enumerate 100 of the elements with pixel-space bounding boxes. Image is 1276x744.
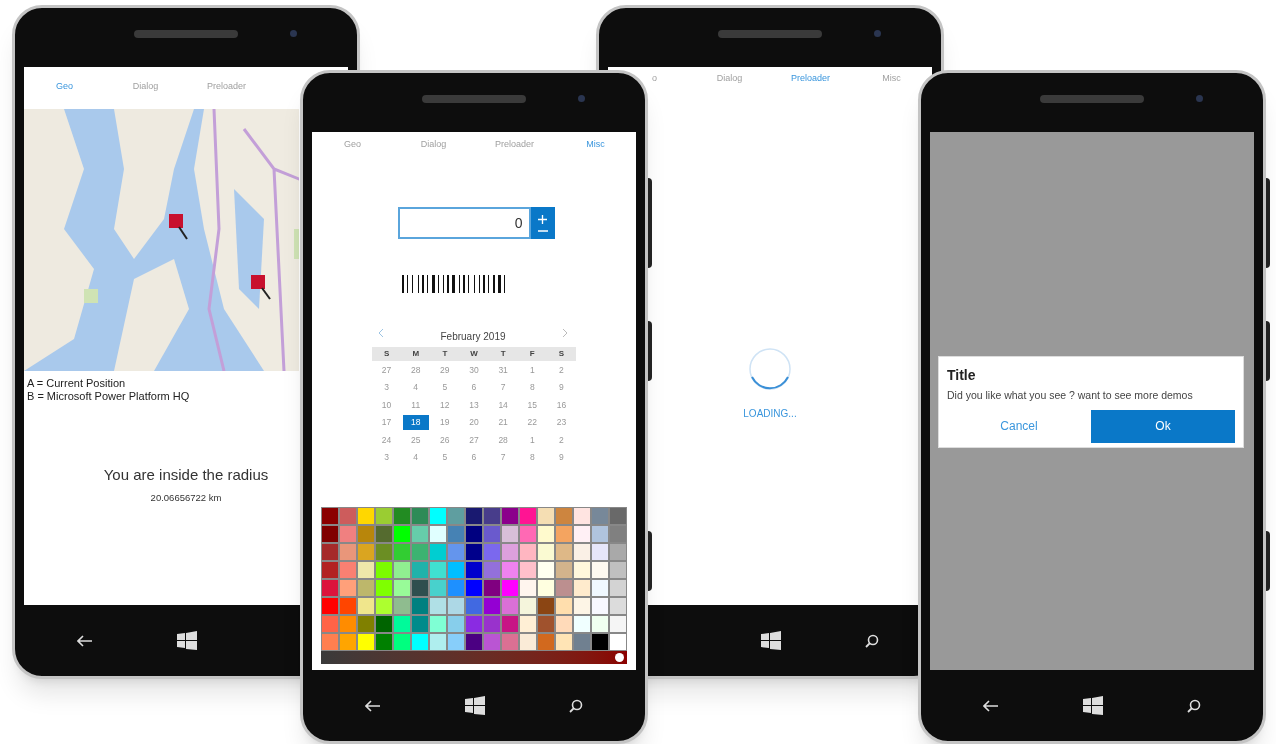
color-swatch[interactable] xyxy=(537,597,555,615)
color-swatch[interactable] xyxy=(411,525,429,543)
color-swatch[interactable] xyxy=(591,561,609,579)
calendar-day[interactable]: 6 xyxy=(461,450,487,465)
color-swatch[interactable] xyxy=(411,561,429,579)
color-swatch[interactable] xyxy=(393,633,411,651)
color-swatch[interactable] xyxy=(447,507,465,525)
calendar-day[interactable]: 9 xyxy=(548,450,575,465)
color-swatch[interactable] xyxy=(339,615,357,633)
color-swatch[interactable] xyxy=(465,633,483,651)
calendar-day[interactable]: 7 xyxy=(490,380,517,395)
calendar-day[interactable]: 14 xyxy=(490,397,517,413)
color-swatch[interactable] xyxy=(483,507,501,525)
color-swatch[interactable] xyxy=(555,579,573,597)
color-swatch[interactable] xyxy=(519,597,537,615)
color-swatch[interactable] xyxy=(465,579,483,597)
calendar-day[interactable]: 2 xyxy=(548,362,575,378)
color-swatch[interactable] xyxy=(321,507,339,525)
plus-icon[interactable] xyxy=(538,214,547,224)
color-swatch[interactable] xyxy=(447,633,465,651)
color-swatch[interactable] xyxy=(519,615,537,633)
color-swatch[interactable] xyxy=(447,543,465,561)
search-icon[interactable] xyxy=(569,698,583,713)
color-swatch[interactable] xyxy=(555,597,573,615)
calendar-day[interactable]: 4 xyxy=(402,450,429,465)
color-swatch[interactable] xyxy=(429,525,447,543)
color-swatch[interactable] xyxy=(609,615,627,633)
color-swatch[interactable] xyxy=(483,543,501,561)
color-swatch[interactable] xyxy=(609,579,627,597)
tab[interactable]: Preloader xyxy=(207,80,246,94)
calendar-day[interactable]: 28 xyxy=(490,432,517,448)
calendar-day[interactable]: 29 xyxy=(431,362,458,378)
color-swatch[interactable] xyxy=(465,507,483,525)
calendar-day[interactable]: 1 xyxy=(519,432,546,448)
color-swatch[interactable] xyxy=(573,507,591,525)
color-swatch[interactable] xyxy=(321,579,339,597)
windows-logo-icon[interactable] xyxy=(1083,695,1103,716)
color-swatch[interactable] xyxy=(357,579,375,597)
color-swatch[interactable] xyxy=(411,633,429,651)
color-swatch[interactable] xyxy=(429,615,447,633)
color-swatch[interactable] xyxy=(573,561,591,579)
calendar-day[interactable]: 1 xyxy=(519,362,546,378)
color-swatch[interactable] xyxy=(501,543,519,561)
number-field[interactable]: 0 xyxy=(397,207,531,239)
color-swatch[interactable] xyxy=(501,561,519,579)
windows-logo-icon[interactable] xyxy=(177,630,197,651)
color-swatch[interactable] xyxy=(519,633,537,651)
color-swatch[interactable] xyxy=(609,597,627,615)
color-swatch[interactable] xyxy=(447,597,465,615)
color-swatch[interactable] xyxy=(357,597,375,615)
color-swatch[interactable] xyxy=(555,525,573,543)
color-swatch[interactable] xyxy=(591,633,609,651)
tab[interactable]: Misc xyxy=(586,138,605,152)
color-swatch[interactable] xyxy=(429,633,447,651)
color-swatch[interactable] xyxy=(519,579,537,597)
calendar-day[interactable]: 12 xyxy=(431,397,458,413)
calendar-day[interactable]: 22 xyxy=(519,415,546,430)
color-swatch[interactable] xyxy=(537,561,555,579)
back-icon[interactable] xyxy=(77,634,93,647)
tab[interactable]: Preloader xyxy=(791,72,830,86)
color-swatch[interactable] xyxy=(429,597,447,615)
color-swatch[interactable] xyxy=(501,633,519,651)
color-swatch[interactable] xyxy=(465,525,483,543)
calendar-day[interactable]: 8 xyxy=(519,450,546,465)
color-swatch[interactable] xyxy=(555,543,573,561)
color-swatch[interactable] xyxy=(537,579,555,597)
color-swatch[interactable] xyxy=(393,615,411,633)
color-swatch[interactable] xyxy=(501,525,519,543)
color-swatch[interactable] xyxy=(321,633,339,651)
windows-logo-icon[interactable] xyxy=(465,695,485,716)
color-swatch[interactable] xyxy=(357,615,375,633)
calendar-day[interactable]: 5 xyxy=(431,380,458,395)
chevron-right-icon[interactable] xyxy=(562,328,568,338)
calendar-day[interactable]: 21 xyxy=(490,415,517,430)
color-swatch[interactable] xyxy=(609,633,627,651)
color-swatch[interactable] xyxy=(465,543,483,561)
calendar-day[interactable]: 2 xyxy=(548,432,575,448)
color-swatch[interactable] xyxy=(393,507,411,525)
color-swatch[interactable] xyxy=(591,507,609,525)
color-swatch[interactable] xyxy=(411,507,429,525)
color-swatch[interactable] xyxy=(573,633,591,651)
color-swatch[interactable] xyxy=(483,561,501,579)
color-swatch[interactable] xyxy=(591,525,609,543)
color-swatch[interactable] xyxy=(501,597,519,615)
calendar-day[interactable]: 23 xyxy=(548,415,575,430)
calendar-day[interactable]: 3 xyxy=(373,380,400,395)
color-swatch[interactable] xyxy=(375,615,393,633)
color-swatch[interactable] xyxy=(465,615,483,633)
color-swatch[interactable] xyxy=(375,579,393,597)
color-swatch[interactable] xyxy=(321,543,339,561)
color-swatch[interactable] xyxy=(447,525,465,543)
color-swatch[interactable] xyxy=(357,507,375,525)
color-swatch[interactable] xyxy=(375,633,393,651)
windows-logo-icon[interactable] xyxy=(761,630,781,651)
ok-button[interactable]: Ok xyxy=(1091,409,1235,443)
color-swatch[interactable] xyxy=(429,507,447,525)
color-swatch[interactable] xyxy=(483,525,501,543)
calendar-day[interactable]: 7 xyxy=(490,450,517,465)
color-swatch[interactable] xyxy=(519,561,537,579)
color-swatch[interactable] xyxy=(447,561,465,579)
